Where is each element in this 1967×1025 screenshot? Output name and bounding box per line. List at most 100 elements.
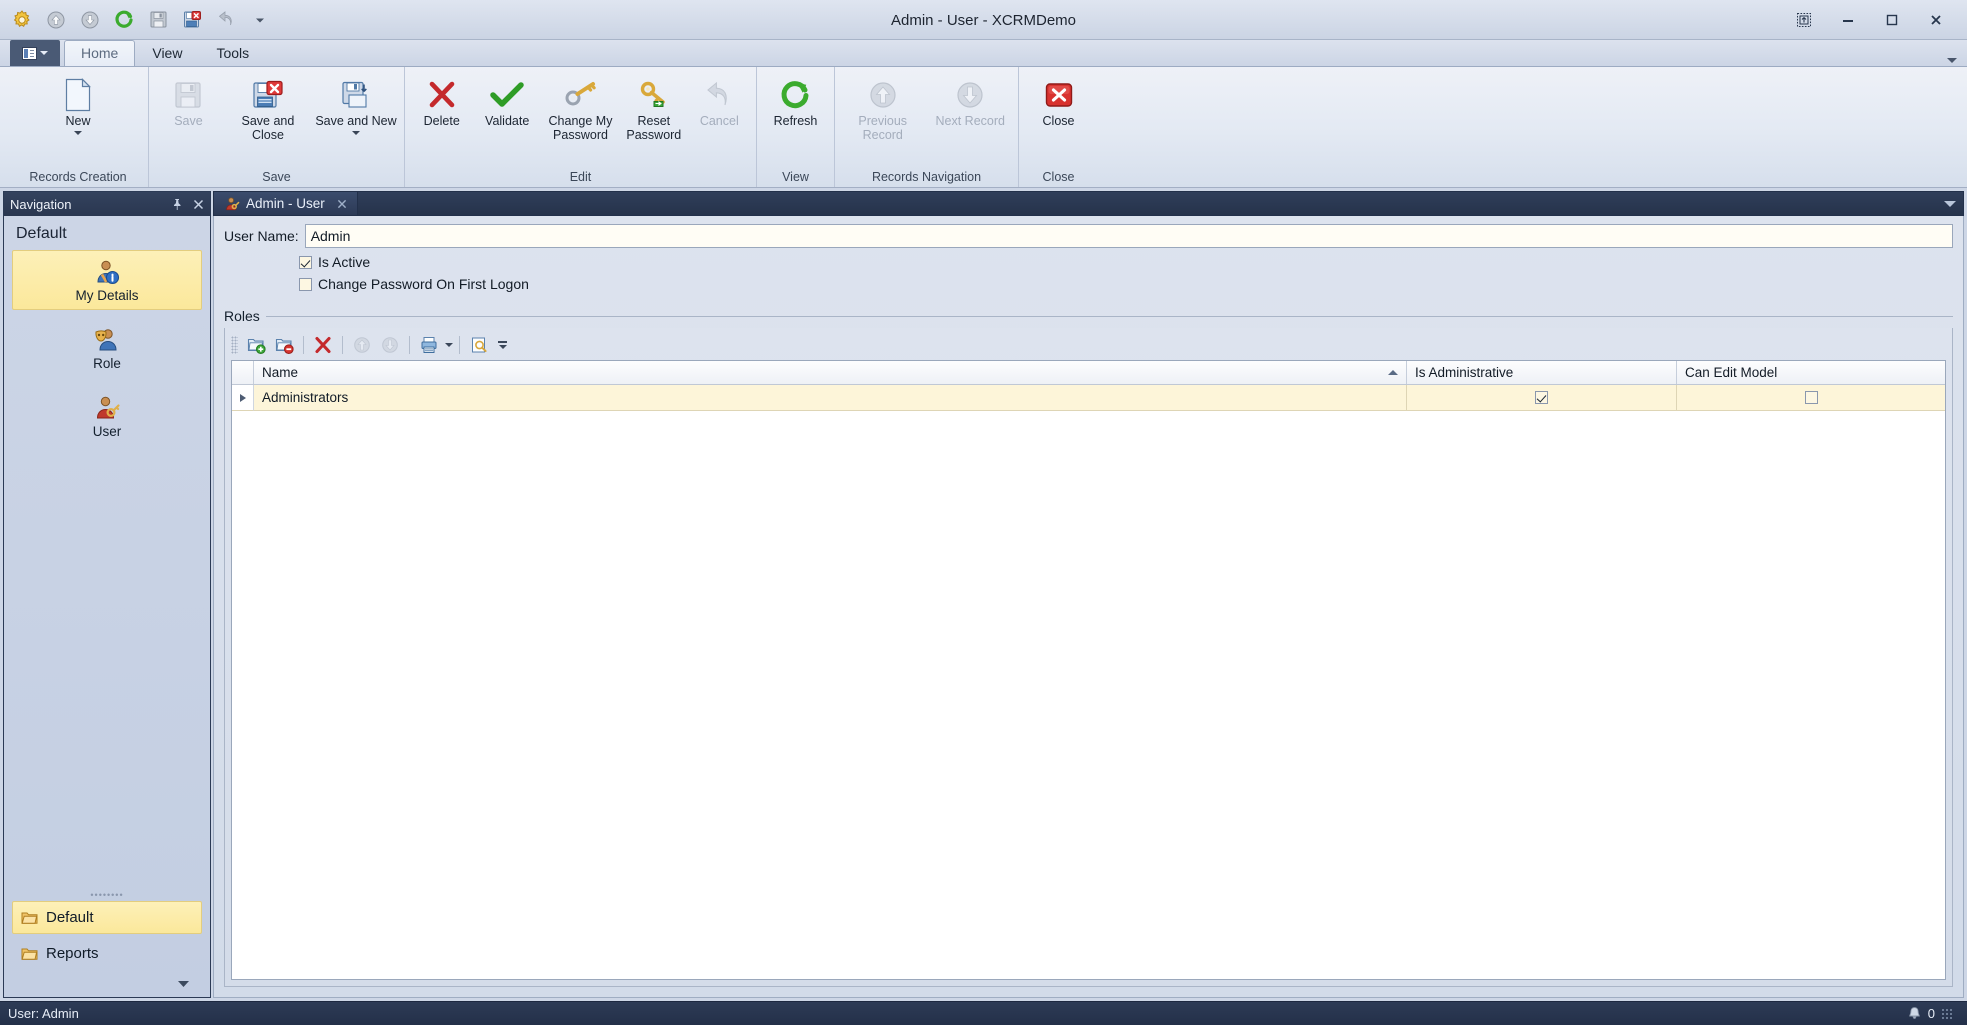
chevron-down-icon[interactable] <box>74 131 82 135</box>
sidebar-item-role[interactable]: Role <box>12 318 202 378</box>
save-and-new-button[interactable]: Save and New <box>312 73 400 147</box>
user-name-input[interactable]: Admin <box>304 224 1953 248</box>
up-circle-icon[interactable] <box>42 6 70 34</box>
current-row-arrow-icon <box>239 393 246 402</box>
remove-role-button[interactable] <box>271 333 297 357</box>
change-password-first-logon-row[interactable]: Change Password On First Logon <box>224 276 1953 292</box>
role-mask-icon <box>93 326 121 354</box>
resize-grip-icon[interactable] <box>1941 1007 1953 1020</box>
new-role-button[interactable] <box>243 333 269 357</box>
is-active-row[interactable]: Is Active <box>224 254 1953 270</box>
tab-view[interactable]: View <box>135 40 199 66</box>
new-document-icon <box>63 78 93 112</box>
document-tab-strip: Admin - User <box>213 191 1964 216</box>
settings-gear-icon[interactable] <box>8 6 36 34</box>
grid-header-row: Name Is Administrative Can Edit Model <box>232 361 1945 385</box>
navigation-group-title: Default <box>16 225 67 242</box>
move-up-button[interactable] <box>349 333 375 357</box>
maximize-button[interactable] <box>1871 3 1913 37</box>
chevron-down-icon <box>1944 200 1956 207</box>
chevron-down-icon[interactable] <box>351 131 360 135</box>
move-down-button[interactable] <box>377 333 403 357</box>
toolbar-grip-icon[interactable] <box>231 336 238 354</box>
bell-icon[interactable] <box>1907 1006 1922 1021</box>
next-record-button[interactable]: Next Record <box>927 73 1015 147</box>
sidebar-item-user[interactable]: User <box>12 386 202 446</box>
cell-can-edit-model[interactable] <box>1677 385 1945 411</box>
cell-name[interactable]: Administrators <box>254 385 1407 411</box>
application-window: Admin - User - XCRMDemo Home View Tools … <box>0 0 1967 1025</box>
previous-record-button-label: Previous Record <box>858 114 908 142</box>
refresh-button[interactable]: Refresh <box>761 73 830 147</box>
row-indicator <box>232 385 254 411</box>
change-password-first-logon-label: Change Password On First Logon <box>318 276 529 292</box>
divider <box>265 315 1953 317</box>
cell-is-administrative[interactable] <box>1407 385 1677 411</box>
close-button[interactable] <box>1915 3 1957 37</box>
is-active-checkbox[interactable] <box>299 255 312 269</box>
sort-ascending-icon <box>1388 370 1398 375</box>
undo-icon[interactable] <box>212 6 240 34</box>
cancel-button[interactable]: Cancel <box>687 73 752 147</box>
change-my-password-button[interactable]: Change My Password <box>540 73 621 147</box>
close-record-button[interactable]: Close <box>1023 73 1094 147</box>
new-button[interactable]: New <box>41 73 115 147</box>
grid-column-header-name[interactable]: Name <box>254 361 1407 384</box>
minimize-button[interactable] <box>1827 3 1869 37</box>
navigation-panel-header: Navigation <box>4 192 210 216</box>
ribbon-group-label-records-creation: Records Creation <box>29 170 127 184</box>
save-and-close-button[interactable]: Save and Close <box>224 73 312 147</box>
roles-group-header: Roles <box>224 308 1953 324</box>
navigation-splitter[interactable]: •••••••• <box>4 889 210 901</box>
save-button[interactable]: Save <box>153 73 224 147</box>
down-circle-icon[interactable] <box>76 6 104 34</box>
close-icon[interactable] <box>193 199 204 210</box>
chevron-down-icon[interactable] <box>445 343 453 347</box>
sidebar-item-my-details[interactable]: My Details <box>12 250 202 310</box>
sidebar-group-default[interactable]: Default <box>12 901 202 934</box>
previous-record-button[interactable]: Previous Record <box>839 73 927 147</box>
grid-column-header-name-label: Name <box>262 365 299 380</box>
delete-icon <box>314 336 332 354</box>
tab-tools[interactable]: Tools <box>199 40 266 66</box>
cancel-button-label: Cancel <box>699 114 739 128</box>
qat-dropdown-icon[interactable] <box>246 6 274 34</box>
divider <box>303 336 304 354</box>
document-tab-menu-button[interactable] <box>1937 192 1963 215</box>
save-icon[interactable] <box>144 6 172 34</box>
delete-role-button[interactable] <box>310 333 336 357</box>
remove-role-icon <box>275 336 294 355</box>
grid-column-header-can-edit-model[interactable]: Can Edit Model <box>1677 361 1945 384</box>
reset-password-button[interactable]: Reset Password <box>621 73 686 147</box>
application-menu-button[interactable] <box>10 40 60 66</box>
change-password-first-logon-checkbox[interactable] <box>299 277 312 291</box>
grid-column-header-is-administrative[interactable]: Is Administrative <box>1407 361 1677 384</box>
export-button[interactable] <box>416 333 442 357</box>
red-close-box-icon <box>1044 78 1074 112</box>
validate-button[interactable]: Validate <box>474 73 539 147</box>
restore-all-icon[interactable] <box>1783 3 1825 37</box>
is-administrative-checkbox[interactable] <box>1535 391 1548 404</box>
refresh-icon[interactable] <box>110 6 138 34</box>
delete-button[interactable]: Delete <box>409 73 474 147</box>
ribbon-collapse-icon[interactable] <box>1947 58 1957 63</box>
ribbon-group-save: Save Save and Close Save and New Save <box>148 67 404 187</box>
divider <box>459 336 460 354</box>
sidebar-group-reports[interactable]: Reports <box>12 937 202 970</box>
navigation-overflow-button[interactable] <box>12 973 202 993</box>
can-edit-model-checkbox[interactable] <box>1804 391 1818 404</box>
user-name-row: User Name: Admin <box>224 224 1953 248</box>
ribbon-group-label-save: Save <box>262 170 291 184</box>
tab-home[interactable]: Home <box>64 40 136 66</box>
save-and-close-icon[interactable] <box>178 6 206 34</box>
document-tab-admin-user[interactable]: Admin - User <box>214 192 358 215</box>
user-name-label: User Name: <box>224 228 299 244</box>
filter-button[interactable] <box>466 333 492 357</box>
toolbar-overflow-button[interactable] <box>498 341 507 349</box>
red-x-icon <box>426 78 458 112</box>
ribbon-group-records-creation: New Records Creation <box>8 67 148 187</box>
close-icon[interactable] <box>337 199 347 209</box>
sidebar-group-label: Default <box>46 909 94 926</box>
pin-icon[interactable] <box>171 198 183 210</box>
table-row[interactable]: Administrators <box>232 385 1945 411</box>
